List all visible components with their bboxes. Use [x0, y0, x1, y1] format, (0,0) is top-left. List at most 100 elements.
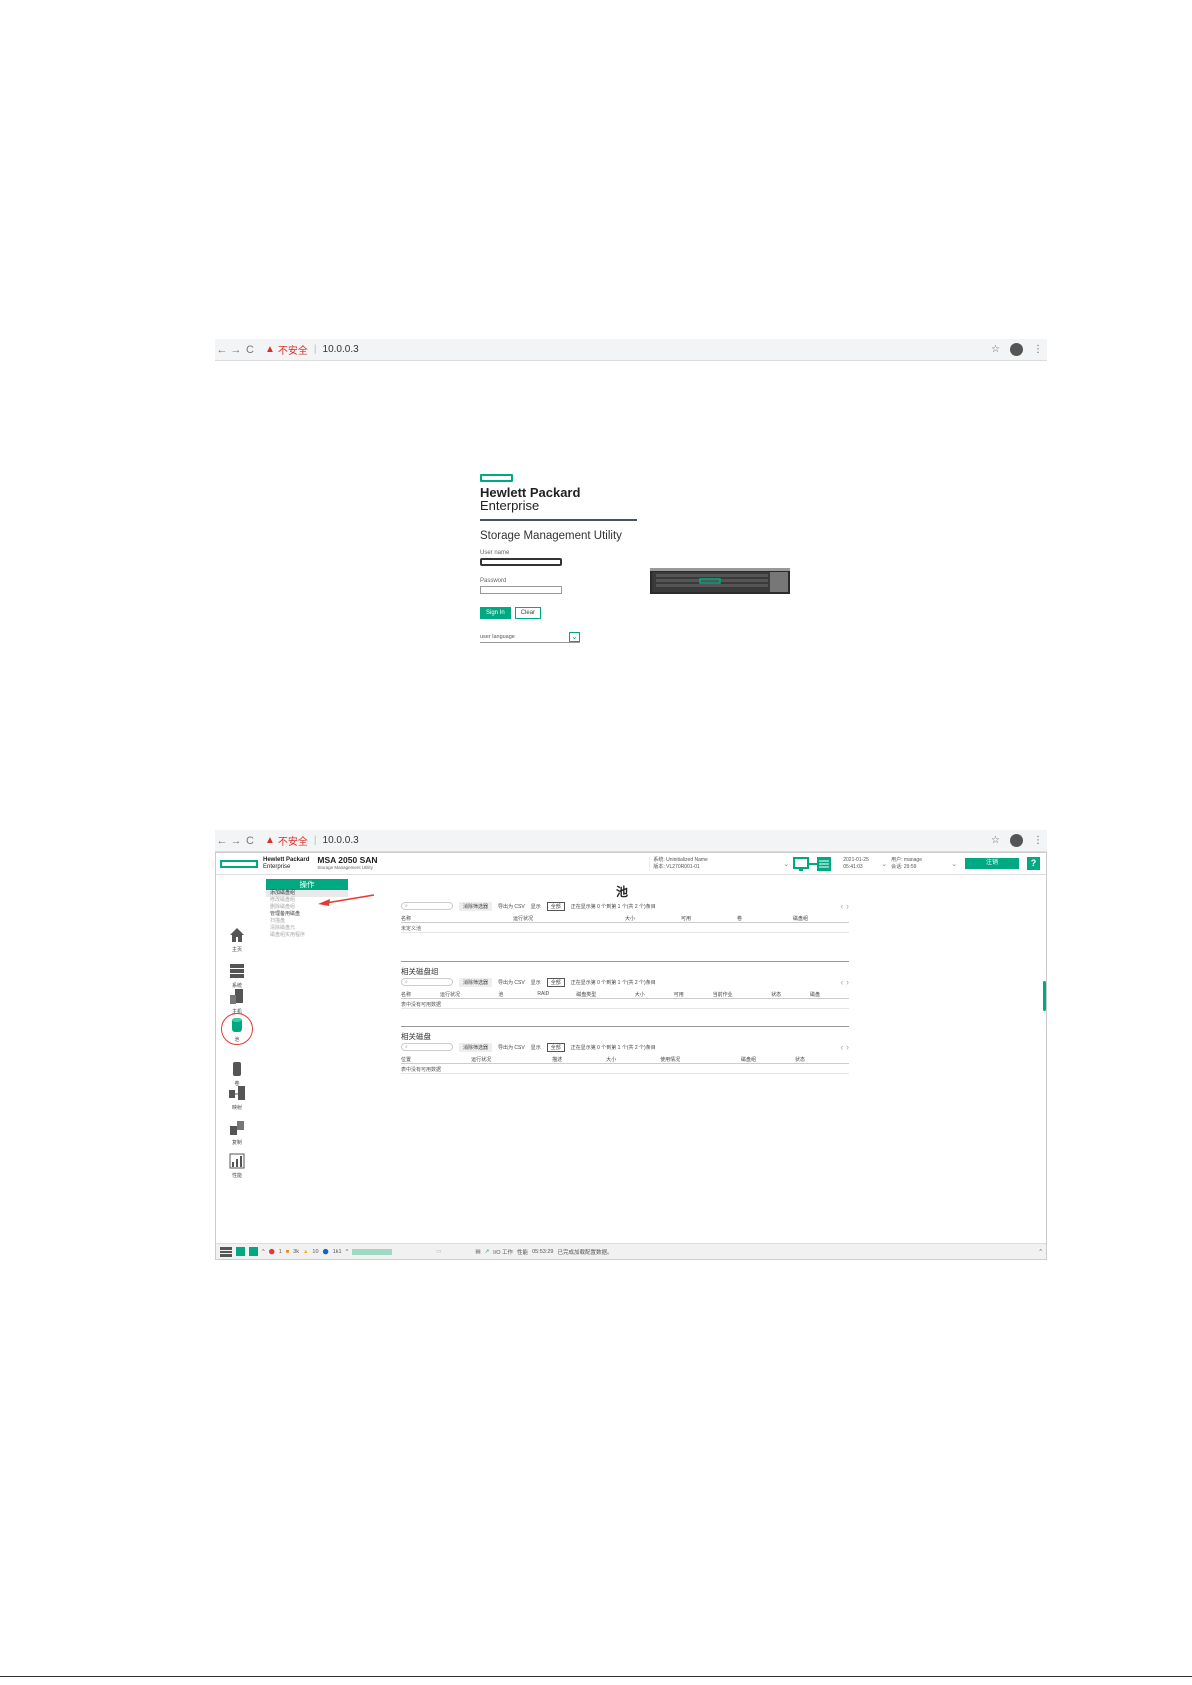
pager-arrows-icon[interactable]: ‹ › [841, 901, 850, 911]
summary-text: 正在显示第 0 个到第 1 个(共 2 个)条目 [570, 979, 656, 986]
chevron-up-icon[interactable]: ^ [262, 1249, 265, 1255]
host-port-icon[interactable]: ▭ [436, 1249, 441, 1255]
system-info[interactable]: 系统: Uninitialized Name 版本: VL270R001-01 [649, 856, 779, 871]
browser-toolbar-app: ← → C ▲ 不安全 | 10.0.0.3 ☆ ⋮ [215, 830, 1047, 852]
warning-icon: ▲ [265, 835, 275, 846]
page-title: 池 [616, 885, 629, 899]
user-session[interactable]: 用户: manage 会话: 29:59 [891, 857, 947, 871]
show-select[interactable]: 全部 [546, 1042, 565, 1052]
system-icon[interactable] [220, 1246, 232, 1257]
critical-icon[interactable]: ⬤ [269, 1249, 275, 1255]
account-icon[interactable] [1010, 834, 1023, 847]
section-title: 相关磁盘 [401, 1032, 431, 1041]
menu-item-scrub[interactable]: 扫描盘 [266, 918, 348, 925]
star-icon[interactable]: ☆ [991, 835, 1000, 846]
warning-icon: ▲ [265, 344, 275, 355]
address-bar[interactable]: 10.0.0.3 [323, 344, 359, 355]
chevron-down-icon[interactable]: ⌄ [783, 860, 789, 868]
chevron-down-icon[interactable]: ⌄ [951, 860, 957, 868]
pager-arrows-icon[interactable]: ‹ › [841, 1042, 850, 1052]
clear-filter-button[interactable]: 消除筛选器 [459, 901, 493, 911]
sidebar-item-mapping[interactable]: 映射 [222, 1085, 252, 1111]
reload-icon[interactable]: C [243, 344, 257, 356]
chevron-up-icon[interactable]: ^ [346, 1249, 349, 1255]
health-ok-icon[interactable] [236, 1247, 245, 1256]
back-icon[interactable]: ← [215, 344, 229, 356]
search-input[interactable]: ⌕ [401, 978, 453, 986]
password-field[interactable] [480, 586, 562, 594]
error-icon[interactable]: ■ [286, 1249, 289, 1255]
system-status-icon[interactable] [793, 856, 833, 872]
perf-label[interactable]: 性能 [517, 1248, 528, 1256]
sidebar-item-replication[interactable]: 复制 [222, 1120, 252, 1146]
chevron-up-icon[interactable]: ^ [1039, 1249, 1046, 1255]
forward-icon[interactable]: → [229, 344, 243, 356]
chevron-down-icon: ⌄ [569, 632, 580, 642]
mapping-icon [229, 1086, 245, 1100]
summary-text: 正在显示第 0 个到第 1 个(共 2 个)条目 [570, 903, 656, 910]
security-warning[interactable]: ▲ 不安全 [265, 342, 308, 357]
account-icon[interactable] [1010, 343, 1023, 356]
summary-text: 正在显示第 0 个到第 1 个(共 2 个)条目 [570, 1044, 656, 1051]
address-bar[interactable]: 10.0.0.3 [323, 835, 359, 846]
clear-filter-button[interactable]: 消除筛选器 [459, 977, 493, 987]
date-time[interactable]: 2021-01-25 05:41:03 [843, 857, 877, 871]
hpe-logo-icon [220, 859, 258, 868]
language-select[interactable]: user language ⌄ [480, 632, 580, 643]
show-select[interactable]: 全部 [546, 901, 565, 911]
menu-dots-icon[interactable]: ⋮ [1033, 835, 1043, 846]
username-field[interactable] [480, 558, 562, 566]
sidebar-item-system[interactable]: 系统 [222, 963, 252, 989]
storage-icon[interactable]: ▤ [475, 1249, 480, 1255]
help-button[interactable]: ? [1027, 857, 1040, 870]
pools-table-section: ⌕ 消除筛选器 导出为 CSV 显示 全部 正在显示第 0 个到第 1 个(共 … [401, 901, 849, 933]
menu-item-disk-group-utilities[interactable]: 磁盘组实用程序 [266, 932, 348, 939]
clear-filter-button[interactable]: 消除筛选器 [459, 1042, 493, 1052]
replication-icon [230, 1121, 244, 1135]
pager-arrows-icon[interactable]: ‹ › [841, 977, 850, 987]
security-warning[interactable]: ▲ 不安全 [265, 833, 308, 848]
sidebar-item-home[interactable]: 主页 [222, 927, 252, 953]
table-header: 名称 运行状况 池 RAID 磁盘类型 大小 可用 当前作业 状态 磁盘 [401, 991, 849, 999]
sign-in-button[interactable]: Sign In [480, 607, 511, 619]
brand-name-line2: Enterprise [263, 863, 291, 870]
io-label[interactable]: I/O 工作 [493, 1248, 513, 1256]
browser-toolbar-login: ← → C ▲ 不安全 | 10.0.0.3 ☆ ⋮ [215, 339, 1047, 361]
hpe-logo-icon [480, 474, 513, 482]
health-ok-icon[interactable] [249, 1247, 258, 1256]
sidebar-item-hosts[interactable]: 主机 [222, 989, 252, 1015]
back-icon[interactable]: ← [215, 835, 229, 847]
forward-icon[interactable]: → [229, 835, 243, 847]
table-row[interactable]: 表中没有可用数据 [401, 1066, 849, 1074]
star-icon[interactable]: ☆ [991, 344, 1000, 355]
sidebar-item-volumes[interactable]: 卷 [222, 1061, 252, 1087]
table-row[interactable]: 表中没有可用数据 [401, 1001, 849, 1009]
export-csv-button[interactable]: 导出为 CSV [498, 903, 525, 910]
activity-progress-bar [352, 1248, 393, 1255]
storage-array-image [650, 568, 790, 594]
table-header: 位置 运行状况 描述 大小 使用情况 磁盘组 状态 [401, 1056, 849, 1064]
hosts-icon [230, 989, 243, 1004]
export-csv-button[interactable]: 导出为 CSV [498, 1044, 525, 1051]
search-input[interactable]: ⌕ [401, 902, 453, 910]
chevron-down-icon[interactable]: ⌄ [881, 860, 887, 868]
action-menu-title[interactable]: 操作 [266, 879, 348, 890]
search-input[interactable]: ⌕ [401, 1043, 453, 1051]
sign-out-button[interactable]: 注销 [965, 858, 1019, 869]
brand-name-line2: Enterprise [480, 498, 540, 513]
page-footer-rule [0, 1676, 1192, 1677]
warning-icon[interactable]: ▲ [303, 1249, 308, 1255]
io-chart-icon[interactable]: ↗ [485, 1249, 490, 1255]
menu-item-clear-metadata[interactable]: 清除磁盘元 [266, 925, 348, 932]
scrollbar-thumb[interactable] [1043, 981, 1046, 1011]
table-row[interactable]: 未定义池 [401, 925, 849, 933]
export-csv-button[interactable]: 导出为 CSV [498, 979, 525, 986]
reload-icon[interactable]: C [243, 835, 257, 847]
menu-dots-icon[interactable]: ⋮ [1033, 344, 1043, 355]
section-title: 相关磁盘组 [401, 967, 439, 976]
sidebar-item-performance[interactable]: 性能 [222, 1153, 252, 1179]
table-header: 名称 运行状况 大小 可用 卷 磁盘组 [401, 915, 849, 923]
show-select[interactable]: 全部 [546, 977, 565, 987]
clear-button[interactable]: Clear [514, 607, 542, 619]
info-icon[interactable]: ⬤ [323, 1249, 329, 1255]
